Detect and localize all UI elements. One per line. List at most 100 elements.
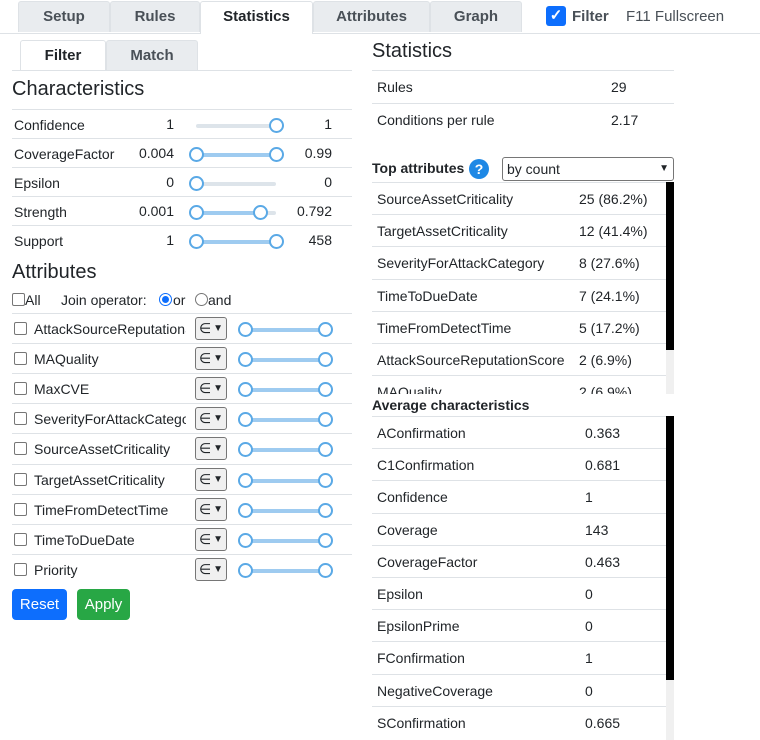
- operator-select[interactable]: ∈ ▼: [195, 497, 227, 521]
- top-attributes-scroll-thumb[interactable]: [666, 350, 674, 394]
- range-slider-max-handle[interactable]: [318, 352, 333, 368]
- attribute-checkbox[interactable]: [14, 532, 27, 546]
- attribute-checkbox[interactable]: [14, 442, 27, 456]
- range-slider-max-handle[interactable]: [318, 382, 333, 398]
- attribute-range-slider[interactable]: [238, 532, 333, 548]
- operator-symbol: ∈: [199, 560, 212, 577]
- all-checkbox[interactable]: [12, 293, 25, 306]
- attribute-checkbox[interactable]: [14, 502, 27, 516]
- chevron-down-icon: ▼: [213, 503, 223, 515]
- attribute-range-slider[interactable]: [238, 502, 333, 518]
- average-scroll-thumb[interactable]: [666, 680, 674, 740]
- filter-checkbox[interactable]: ✓: [546, 6, 566, 26]
- attribute-range-slider[interactable]: [238, 352, 333, 368]
- range-slider[interactable]: [189, 205, 276, 220]
- apply-button[interactable]: Apply: [77, 589, 130, 620]
- top-attribute-row: TimeFromDetectTime 5 (17.2%): [372, 310, 674, 343]
- tab-rules[interactable]: Rules: [110, 1, 200, 32]
- range-slider[interactable]: [189, 234, 284, 249]
- attribute-range-slider[interactable]: [238, 412, 333, 428]
- tab-statistics[interactable]: Statistics: [200, 1, 313, 34]
- average-characteristic-value: 1: [585, 650, 593, 667]
- join-and-radio[interactable]: [195, 293, 208, 306]
- tab-attributes[interactable]: Attributes: [313, 1, 430, 32]
- range-slider-min-handle[interactable]: [189, 205, 204, 220]
- range-slider-max-handle[interactable]: [318, 562, 333, 578]
- average-characteristic-value: 0: [585, 618, 593, 635]
- top-attributes-table[interactable]: SourceAssetCriticality 25 (86.2%) TargetAs…: [372, 182, 674, 394]
- attribute-checkbox[interactable]: [14, 382, 27, 396]
- range-slider-max-handle[interactable]: [253, 205, 268, 220]
- top-attribute-count: 5 (17.2%): [579, 319, 640, 336]
- operator-symbol: ∈: [199, 350, 212, 367]
- range-slider-min-handle[interactable]: [238, 472, 253, 488]
- range-slider-max-handle[interactable]: [318, 502, 333, 518]
- range-slider-max-handle[interactable]: [269, 234, 284, 249]
- range-slider[interactable]: [189, 176, 276, 191]
- average-characteristics-table[interactable]: AConfirmation 0.363 C1Confirmation 0.681 Con…: [372, 416, 674, 740]
- tab-graph[interactable]: Graph: [430, 1, 522, 32]
- attribute-checkbox[interactable]: [14, 562, 27, 576]
- tab-setup[interactable]: Setup: [18, 1, 110, 32]
- attribute-checkbox[interactable]: [14, 412, 27, 426]
- range-slider-max-handle[interactable]: [318, 532, 333, 548]
- operator-select[interactable]: ∈ ▼: [195, 317, 227, 340]
- range-slider-min-handle[interactable]: [189, 147, 204, 162]
- range-slider-max-handle[interactable]: [318, 322, 333, 337]
- top-attribute-count: 12 (41.4%): [579, 223, 648, 240]
- operator-select[interactable]: ∈ ▼: [195, 467, 227, 491]
- range-slider-min-handle[interactable]: [238, 412, 253, 428]
- range-slider-min-handle[interactable]: [238, 502, 253, 518]
- attribute-range-slider[interactable]: [238, 442, 333, 458]
- average-characteristic-value: 0: [585, 682, 593, 699]
- range-slider-min-handle[interactable]: [238, 382, 253, 398]
- attribute-range-slider[interactable]: [238, 382, 333, 398]
- operator-select[interactable]: ∈ ▼: [195, 527, 227, 551]
- range-slider-fill: [245, 538, 325, 543]
- range-slider-min-handle[interactable]: [238, 442, 253, 458]
- range-slider-min-handle[interactable]: [238, 532, 253, 548]
- range-slider-max-handle[interactable]: [269, 147, 284, 162]
- range-slider-max-handle[interactable]: [189, 176, 204, 191]
- join-operator-label: Join operator:: [61, 292, 147, 308]
- help-icon[interactable]: ?: [469, 159, 489, 179]
- reset-button[interactable]: Reset: [12, 589, 67, 620]
- average-characteristic-row: C1Confirmation 0.681: [372, 448, 674, 480]
- range-slider[interactable]: [189, 147, 284, 162]
- average-characteristic-row: EpsilonPrime 0: [372, 609, 674, 641]
- operator-select[interactable]: ∈ ▼: [195, 407, 227, 431]
- characteristic-row: Support 1 458: [12, 225, 352, 254]
- operator-select[interactable]: ∈ ▼: [195, 557, 227, 581]
- attribute-checkbox[interactable]: [14, 322, 27, 335]
- operator-select[interactable]: ∈ ▼: [195, 347, 227, 371]
- subtab-filter[interactable]: Filter: [20, 40, 106, 70]
- average-characteristic-value: 0.463: [585, 553, 621, 570]
- attribute-checkbox[interactable]: [14, 352, 27, 366]
- operator-select[interactable]: ∈ ▼: [195, 377, 227, 401]
- chevron-down-icon: ▼: [213, 383, 223, 395]
- attribute-range-slider[interactable]: [238, 472, 333, 488]
- range-slider-min-handle[interactable]: [238, 352, 253, 368]
- top-attribute-name: AttackSourceReputationScore: [377, 352, 565, 368]
- range-slider-max-handle[interactable]: [318, 442, 333, 458]
- characteristic-max-value: 1: [324, 116, 332, 132]
- range-slider-max-handle[interactable]: [269, 118, 284, 133]
- stat-key: Rules: [377, 79, 413, 95]
- top-attribute-name: MAQuality: [377, 384, 442, 394]
- range-slider[interactable]: [196, 118, 284, 133]
- range-slider-max-handle[interactable]: [318, 412, 333, 428]
- join-or-radio[interactable]: [159, 293, 172, 306]
- attribute-range-slider[interactable]: [238, 322, 333, 337]
- top-attributes-label: Top attributes: [372, 160, 465, 176]
- average-characteristic-row: AConfirmation 0.363: [372, 416, 674, 448]
- sort-select[interactable]: by count ▼: [502, 157, 674, 181]
- attribute-checkbox[interactable]: [14, 472, 27, 486]
- range-slider-min-handle[interactable]: [238, 562, 253, 578]
- range-slider-min-handle[interactable]: [238, 322, 253, 337]
- average-characteristic-row: Epsilon 0: [372, 577, 674, 609]
- range-slider-min-handle[interactable]: [189, 234, 204, 249]
- attribute-range-slider[interactable]: [238, 562, 333, 578]
- operator-select[interactable]: ∈ ▼: [195, 437, 227, 461]
- subtab-match[interactable]: Match: [106, 40, 198, 70]
- range-slider-max-handle[interactable]: [318, 472, 333, 488]
